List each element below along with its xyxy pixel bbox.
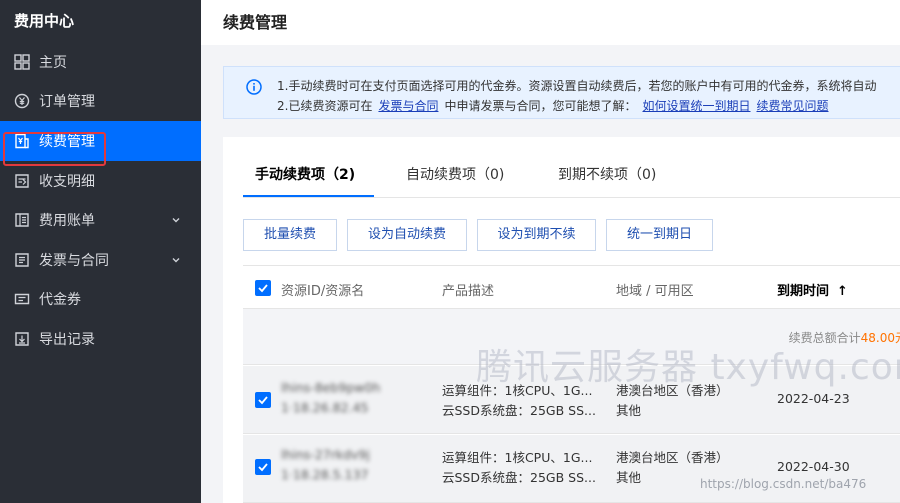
region: 港澳台地区（香港） bbox=[616, 450, 729, 465]
tab-no-renewal[interactable]: 到期不续项（0) bbox=[558, 164, 656, 184]
total-label: 续费总额合计 bbox=[788, 331, 861, 345]
column-product: 产品描述 bbox=[442, 284, 495, 299]
tab-auto-renewal[interactable]: 自动续费项（0) bbox=[406, 164, 504, 184]
product-spec: 运算组件：1核CPU、1G... bbox=[442, 450, 593, 465]
product-disk: 云SSD系统盘：25GB SS... bbox=[442, 403, 596, 418]
sidebar-item-orders[interactable]: 订单管理 bbox=[0, 82, 201, 122]
chevron-down-icon[interactable] bbox=[171, 215, 181, 225]
invoice-icon bbox=[14, 252, 30, 268]
renewal-panel: 手动续费项（2) 自动续费项（0) 到期不续项（0) 批量续费 设为自动续费 设… bbox=[223, 137, 900, 503]
sidebar: 费用中心 主页 订单管理 续费管理 收支明细 费用账单 发票与合同 代金券 导出… bbox=[0, 0, 201, 503]
sidebar-item-label: 导出记录 bbox=[39, 331, 95, 348]
tabs-divider bbox=[243, 197, 900, 198]
resource-id[interactable]: lhins-8eb9pw0h bbox=[281, 380, 380, 395]
voucher-icon bbox=[14, 291, 30, 307]
sidebar-item-renewal[interactable]: 续费管理 bbox=[0, 121, 201, 161]
table-header: 资源ID/资源名 产品描述 地域 / 可用区 到期时间 ↑ bbox=[243, 266, 900, 309]
sidebar-item-exports[interactable]: 导出记录 bbox=[0, 319, 201, 359]
unify-expiry-button[interactable]: 统一到期日 bbox=[606, 219, 713, 251]
table-row: lhins-27rkdv9j 1·18.28.5.137 运算组件：1核CPU、… bbox=[243, 435, 900, 503]
sidebar-item-label: 费用账单 bbox=[39, 213, 95, 230]
zone: 其他 bbox=[616, 403, 642, 418]
info-icon bbox=[246, 79, 262, 95]
check-icon bbox=[258, 463, 268, 472]
set-auto-renew-button[interactable]: 设为自动续费 bbox=[347, 219, 467, 251]
zone: 其他 bbox=[616, 470, 642, 485]
notice-line-1: 1.手动续费时可在支付页面选择可用的代金券。资源设置自动续费后，若您的账户中有可… bbox=[277, 79, 877, 93]
page-header: 续费管理 bbox=[201, 0, 900, 45]
sidebar-item-home[interactable]: 主页 bbox=[0, 42, 201, 82]
grid-icon bbox=[14, 54, 30, 70]
batch-renew-button[interactable]: 批量续费 bbox=[243, 219, 337, 251]
sidebar-item-vouchers[interactable]: 代金券 bbox=[0, 280, 201, 320]
yen-circle-icon bbox=[14, 93, 30, 109]
export-icon bbox=[14, 331, 30, 347]
invoice-contract-link[interactable]: 发票与合同 bbox=[378, 99, 438, 113]
notice-text: 2.已续费资源可在 bbox=[277, 99, 373, 113]
sidebar-item-bills[interactable]: 费用账单 bbox=[0, 200, 201, 240]
notice-text: 中申请发票与合同，您可能想了解： bbox=[444, 99, 637, 113]
main-content: 续费管理 1.手动续费时可在支付页面选择可用的代金券。资源设置自动续费后，若您的… bbox=[201, 0, 900, 503]
notice-banner: 1.手动续费时可在支付页面选择可用的代金券。资源设置自动续费后，若您的账户中有可… bbox=[223, 66, 900, 119]
expire-date: 2022-04-23 bbox=[777, 391, 850, 406]
list-arrow-icon bbox=[14, 173, 30, 189]
column-expire-sort[interactable]: 到期时间 ↑ bbox=[777, 280, 848, 299]
total-amount: 48.00元 bbox=[860, 331, 900, 345]
table-row: lhins-8eb9pw0h 1·18.26.82.45 运算组件：1核CPU、… bbox=[243, 366, 900, 434]
resource-name: 1·18.28.5.137 bbox=[281, 467, 369, 482]
sidebar-item-label: 主页 bbox=[39, 54, 67, 71]
row-checkbox[interactable] bbox=[255, 459, 271, 475]
renewal-faq-link[interactable]: 续费常见问题 bbox=[757, 99, 829, 113]
set-no-renew-button[interactable]: 设为到期不续 bbox=[477, 219, 596, 251]
page-title: 续费管理 bbox=[223, 13, 288, 32]
renew-doc-icon bbox=[14, 133, 30, 149]
sidebar-item-transactions[interactable]: 收支明细 bbox=[0, 161, 201, 201]
sidebar-item-label: 发票与合同 bbox=[39, 252, 109, 269]
notice-line-2: 2.已续费资源可在 发票与合同 中申请发票与合同，您可能想了解： 如何设置统一到期日续… bbox=[277, 97, 829, 114]
column-region: 地域 / 可用区 bbox=[616, 284, 694, 299]
product-spec: 运算组件：1核CPU、1G... bbox=[442, 383, 593, 398]
unify-date-help-link[interactable]: 如何设置统一到期日 bbox=[642, 99, 750, 113]
app-title: 费用中心 bbox=[14, 12, 75, 30]
resource-name: 1·18.26.82.45 bbox=[281, 400, 369, 415]
sidebar-item-label: 收支明细 bbox=[39, 173, 95, 190]
row-checkbox[interactable] bbox=[255, 392, 271, 408]
sidebar-item-label: 代金券 bbox=[39, 292, 81, 309]
bill-icon bbox=[14, 212, 30, 228]
check-icon bbox=[258, 284, 268, 293]
sidebar-item-label: 订单管理 bbox=[39, 94, 95, 111]
column-expire: 到期时间 bbox=[777, 284, 830, 299]
resource-table: 资源ID/资源名 产品描述 地域 / 可用区 到期时间 ↑ 续费总额合计48.00… bbox=[243, 265, 900, 503]
renewal-total: 续费总额合计48.00元 bbox=[789, 329, 900, 346]
resource-id[interactable]: lhins-27rkdv9j bbox=[281, 447, 370, 462]
select-all-checkbox[interactable] bbox=[255, 280, 271, 296]
summary-row: 续费总额合计48.00元 bbox=[243, 309, 900, 365]
tab-manual-renewal[interactable]: 手动续费项（2) bbox=[255, 164, 355, 184]
check-icon bbox=[258, 396, 268, 405]
tab-bar: 手动续费项（2) 自动续费项（0) 到期不续项（0) bbox=[223, 137, 900, 198]
column-resource: 资源ID/资源名 bbox=[281, 284, 365, 299]
chevron-down-icon[interactable] bbox=[171, 255, 181, 265]
expire-date: 2022-04-30 bbox=[777, 459, 850, 474]
sidebar-item-invoices[interactable]: 发票与合同 bbox=[0, 240, 201, 280]
sort-arrow-icon: ↑ bbox=[837, 284, 848, 299]
sidebar-item-label: 续费管理 bbox=[39, 133, 95, 150]
product-disk: 云SSD系统盘：25GB SS... bbox=[442, 470, 596, 485]
region: 港澳台地区（香港） bbox=[616, 383, 729, 398]
